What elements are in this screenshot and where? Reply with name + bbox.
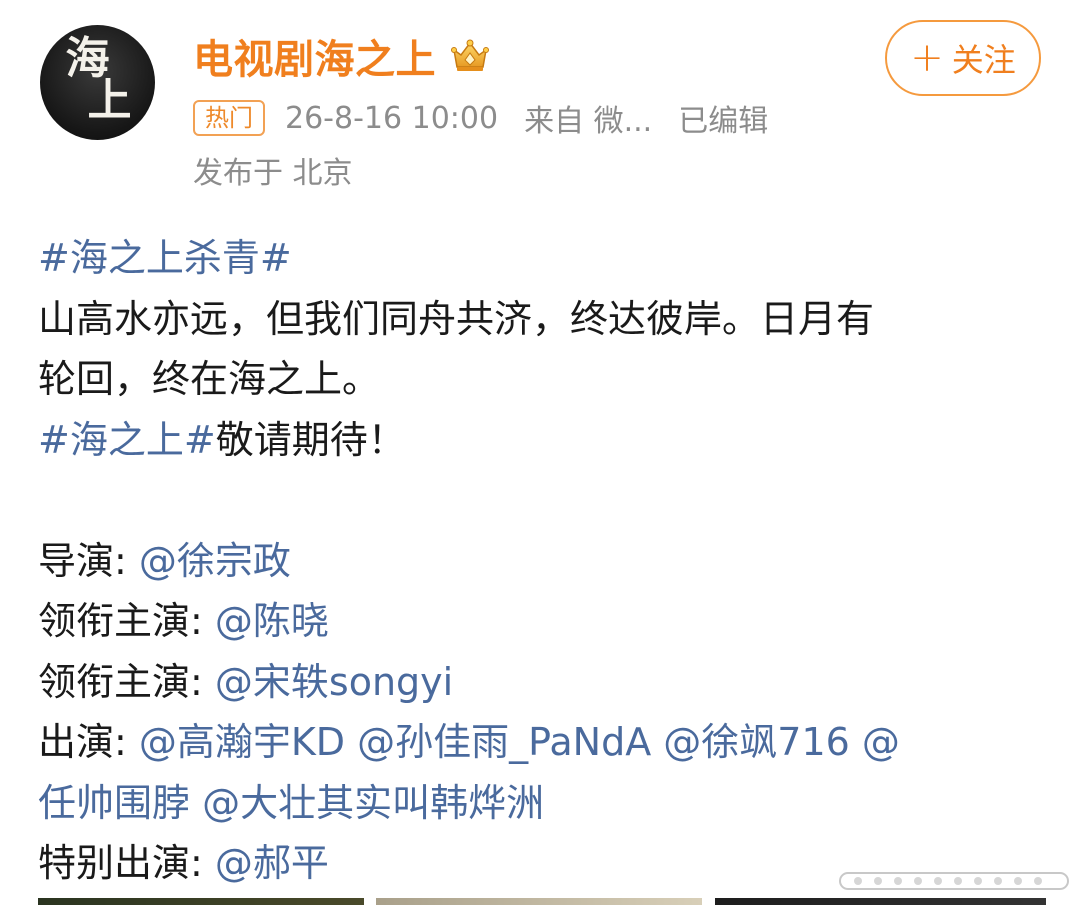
avatar-logo-char-2: 上 [87, 74, 132, 126]
cast-label: 出演: [38, 720, 139, 764]
avatar[interactable]: 海 上 [40, 25, 155, 140]
mention-link[interactable]: @陈晓 [215, 599, 329, 643]
image-thumbnail[interactable] [38, 898, 364, 905]
post-text-line: 轮回，终在海之上。 [38, 357, 381, 401]
image-thumbnail[interactable] [715, 898, 1046, 905]
post-source[interactable]: 来自 微... [524, 96, 652, 140]
watermark [838, 869, 1070, 893]
weibo-post: 海 上 电视剧海之上 + 关注 热门 26-8-16 10:00 来自 微...… [0, 0, 1080, 905]
mention-link[interactable]: @徐宗政 [139, 539, 291, 583]
mention-links[interactable]: 任帅围脖 @大壮其实叫韩烨洲 [38, 781, 544, 825]
director-label: 导演: [38, 538, 139, 583]
edited-label[interactable]: 已编辑 [678, 96, 768, 140]
post-text: 敬请期待！ [215, 417, 406, 462]
mention-link[interactable]: @郝平 [215, 841, 329, 885]
username[interactable]: 电视剧海之上 [193, 27, 436, 85]
image-thumbnails [38, 898, 1046, 905]
lead-actor-label: 领衔主演: [38, 659, 215, 704]
avatar-logo: 海 上 [66, 36, 132, 123]
image-thumbnail[interactable] [376, 898, 702, 905]
hot-badge: 热门 [193, 100, 265, 136]
mention-links[interactable]: @高瀚宇KD @孙佳雨_PaNdA @徐飒716 @ [139, 720, 900, 764]
post-time: 26-8-16 10:00 [285, 100, 499, 136]
hashtag-link[interactable]: #海之上# [38, 418, 216, 462]
hashtag-link[interactable]: #海之上杀青# [38, 236, 292, 280]
post-location: 发布于 北京 [193, 156, 353, 191]
follow-button[interactable]: + 关注 [885, 20, 1041, 96]
follow-label: 关注 [951, 41, 1016, 79]
crown-vip-icon[interactable] [450, 38, 490, 74]
special-appearance-label: 特别出演: [38, 841, 215, 885]
post-meta: 热门 26-8-16 10:00 来自 微... 已编辑 [193, 96, 768, 140]
plus-icon: + [910, 35, 944, 81]
post-text-line: 山高水亦远，但我们同舟共济，终达彼岸。日月有 [38, 296, 875, 341]
mention-link[interactable]: @宋轶songyi [215, 660, 453, 704]
lead-actor-label: 领衔主演: [38, 599, 215, 643]
username-row: 电视剧海之上 [193, 26, 490, 86]
post-content: #海之上杀青# 山高水亦远，但我们同舟共济，终达彼岸。日月有 轮回，终在海之上。… [38, 228, 1048, 894]
